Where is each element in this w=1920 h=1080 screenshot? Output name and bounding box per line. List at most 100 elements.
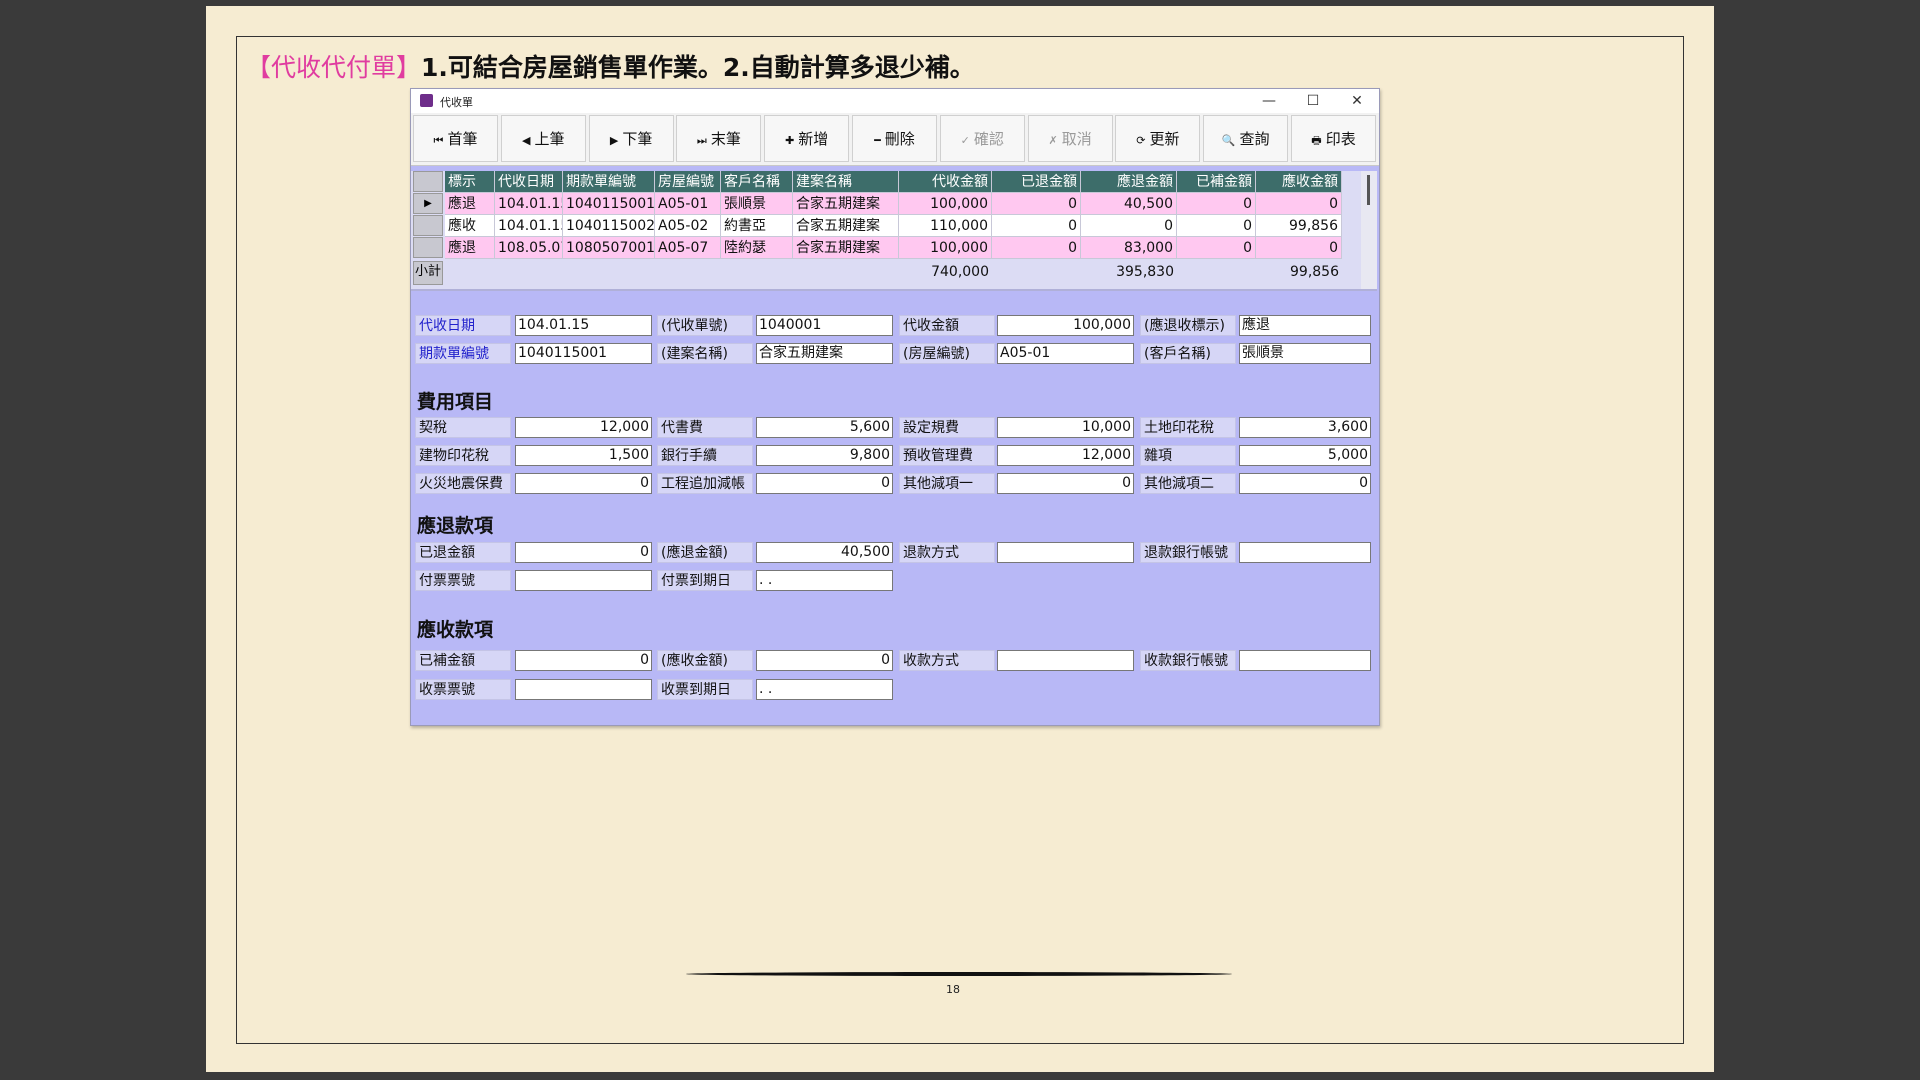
table-cell[interactable]: 合家五期建案 xyxy=(793,237,899,259)
table-cell[interactable]: 1040115002 xyxy=(563,215,655,237)
query-button[interactable]: 🔍 查詢 xyxy=(1203,115,1289,162)
column-header[interactable]: 代收日期 xyxy=(495,171,563,193)
refresh-button[interactable]: ⟳ 更新 xyxy=(1115,115,1201,162)
column-header[interactable]: 應收金額 xyxy=(1256,171,1342,193)
table-cell[interactable]: 0 xyxy=(992,193,1081,215)
add-button[interactable]: ✚ 新增 xyxy=(764,115,850,162)
building-stamp-tax-field[interactable]: 1,500 xyxy=(515,445,652,466)
table-cell[interactable]: 108.05.07 xyxy=(495,237,563,259)
other-deduction-1-field[interactable]: 0 xyxy=(997,473,1134,494)
table-cell[interactable]: 104.01.15 xyxy=(495,193,563,215)
grid-header-corner xyxy=(413,171,443,192)
receive-bank-account-field[interactable] xyxy=(1239,650,1371,671)
table-cell[interactable]: 0 xyxy=(992,215,1081,237)
row-indicator[interactable]: ▶ xyxy=(413,193,443,214)
column-header[interactable]: 應退金額 xyxy=(1081,171,1177,193)
table-cell[interactable]: A05-02 xyxy=(655,215,721,237)
insurance-fee-label: 火災地震保費 xyxy=(415,473,511,494)
table-cell[interactable]: 110,000 xyxy=(899,215,992,237)
collect-amount-field[interactable]: 100,000 xyxy=(997,315,1134,336)
collect-date-field[interactable]: 104.01.15 xyxy=(515,315,652,336)
payment-check-no-field[interactable] xyxy=(515,570,652,591)
refund-method-field[interactable] xyxy=(997,542,1134,563)
management-fee-field[interactable]: 12,000 xyxy=(997,445,1134,466)
supplemented-amount-field[interactable]: 0 xyxy=(515,650,652,671)
receive-check-no-field[interactable] xyxy=(515,679,652,700)
table-cell[interactable]: 應退 xyxy=(445,237,495,259)
table-cell[interactable]: 0 xyxy=(1177,215,1256,237)
table-cell[interactable]: 0 xyxy=(1256,237,1342,259)
table-cell[interactable]: 陸約瑟 xyxy=(721,237,793,259)
deed-tax-field[interactable]: 12,000 xyxy=(515,417,652,438)
receive-check-due-field[interactable]: . . xyxy=(756,679,893,700)
table-cell[interactable]: A05-07 xyxy=(655,237,721,259)
receive-method-field[interactable] xyxy=(997,650,1134,671)
table-cell[interactable]: 張順景 xyxy=(721,193,793,215)
refund-flag-field[interactable]: 應退 xyxy=(1239,315,1371,336)
table-cell[interactable]: A05-01 xyxy=(655,193,721,215)
grid-scrollbar[interactable] xyxy=(1361,171,1377,291)
receivable-due-field[interactable]: 0 xyxy=(756,650,893,671)
table-cell[interactable]: 0 xyxy=(1256,193,1342,215)
table-cell[interactable]: 合家五期建案 xyxy=(793,215,899,237)
table-cell[interactable]: 0 xyxy=(1081,215,1177,237)
insurance-fee-field[interactable]: 0 xyxy=(515,473,652,494)
other-deduction-2-field[interactable]: 0 xyxy=(1239,473,1371,494)
column-header[interactable]: 已補金額 xyxy=(1177,171,1256,193)
delete-button[interactable]: ━ 刪除 xyxy=(852,115,937,162)
column-header[interactable]: 標示 xyxy=(445,171,495,193)
registration-fee-field[interactable]: 10,000 xyxy=(997,417,1134,438)
payment-check-due-label: 付票到期日 xyxy=(657,570,753,591)
table-cell[interactable]: 100,000 xyxy=(899,237,992,259)
table-cell[interactable]: 合家五期建案 xyxy=(793,193,899,215)
table-cell[interactable]: 99,856 xyxy=(1256,215,1342,237)
table-cell[interactable]: 約書亞 xyxy=(721,215,793,237)
row-indicator[interactable] xyxy=(413,215,443,236)
minimize-button[interactable]: — xyxy=(1247,89,1291,113)
table-cell[interactable]: 應收 xyxy=(445,215,495,237)
table-cell[interactable]: 1040115001 xyxy=(563,193,655,215)
scrollbar-thumb[interactable] xyxy=(1367,175,1370,205)
land-stamp-tax-field[interactable]: 3,600 xyxy=(1239,417,1371,438)
maximize-button[interactable]: ☐ xyxy=(1291,89,1335,113)
next-button[interactable]: ▶ 下筆 xyxy=(588,115,674,162)
table-cell[interactable]: 104.01.15 xyxy=(495,215,563,237)
cancel-button[interactable]: ✗ 取消 xyxy=(1027,115,1113,162)
confirm-button[interactable]: ✓ 確認 xyxy=(939,115,1025,162)
slide-title-tag: 【代收代付單】 xyxy=(246,53,422,82)
house-no-field[interactable]: A05-01 xyxy=(997,343,1134,364)
table-cell[interactable]: 83,000 xyxy=(1081,237,1177,259)
table-cell[interactable]: 100,000 xyxy=(899,193,992,215)
table-cell[interactable]: 應退 xyxy=(445,193,495,215)
table-cell[interactable]: 0 xyxy=(992,237,1081,259)
misc-fee-field[interactable]: 5,000 xyxy=(1239,445,1371,466)
column-header[interactable]: 已退金額 xyxy=(992,171,1081,193)
refund-due-field[interactable]: 40,500 xyxy=(756,542,893,563)
project-name-field[interactable]: 合家五期建案 xyxy=(756,343,893,364)
row-indicator[interactable] xyxy=(413,237,443,258)
column-header[interactable]: 建案名稱 xyxy=(793,171,899,193)
window-titlebar[interactable]: 代收單 — ☐ ✕ xyxy=(411,89,1379,113)
table-cell[interactable]: 40,500 xyxy=(1081,193,1177,215)
prev-button[interactable]: ◀ 上筆 xyxy=(500,115,586,162)
scrivener-fee-field[interactable]: 5,600 xyxy=(756,417,893,438)
first-button[interactable]: ⏮ 首筆 xyxy=(413,115,498,162)
last-button[interactable]: ⏭ 末筆 xyxy=(676,115,762,162)
table-cell[interactable]: 0 xyxy=(1177,193,1256,215)
customer-name-field[interactable]: 張順景 xyxy=(1239,343,1371,364)
close-button[interactable]: ✕ xyxy=(1335,89,1379,113)
receipt-no-field[interactable]: 1040001 xyxy=(756,315,893,336)
payment-check-due-field[interactable]: . . xyxy=(756,570,893,591)
column-header[interactable]: 房屋編號 xyxy=(655,171,721,193)
bank-fee-field[interactable]: 9,800 xyxy=(756,445,893,466)
refund-bank-account-field[interactable] xyxy=(1239,542,1371,563)
table-cell[interactable]: 0 xyxy=(1177,237,1256,259)
construction-adjust-field[interactable]: 0 xyxy=(756,473,893,494)
print-button[interactable]: 🖶 印表 xyxy=(1291,115,1376,162)
table-cell[interactable]: 1080507001 xyxy=(563,237,655,259)
column-header[interactable]: 客戶名稱 xyxy=(721,171,793,193)
column-header[interactable]: 期款單編號 xyxy=(563,171,655,193)
column-header[interactable]: 代收金額 xyxy=(899,171,992,193)
installment-no-field[interactable]: 1040115001 xyxy=(515,343,652,364)
refunded-amount-field[interactable]: 0 xyxy=(515,542,652,563)
